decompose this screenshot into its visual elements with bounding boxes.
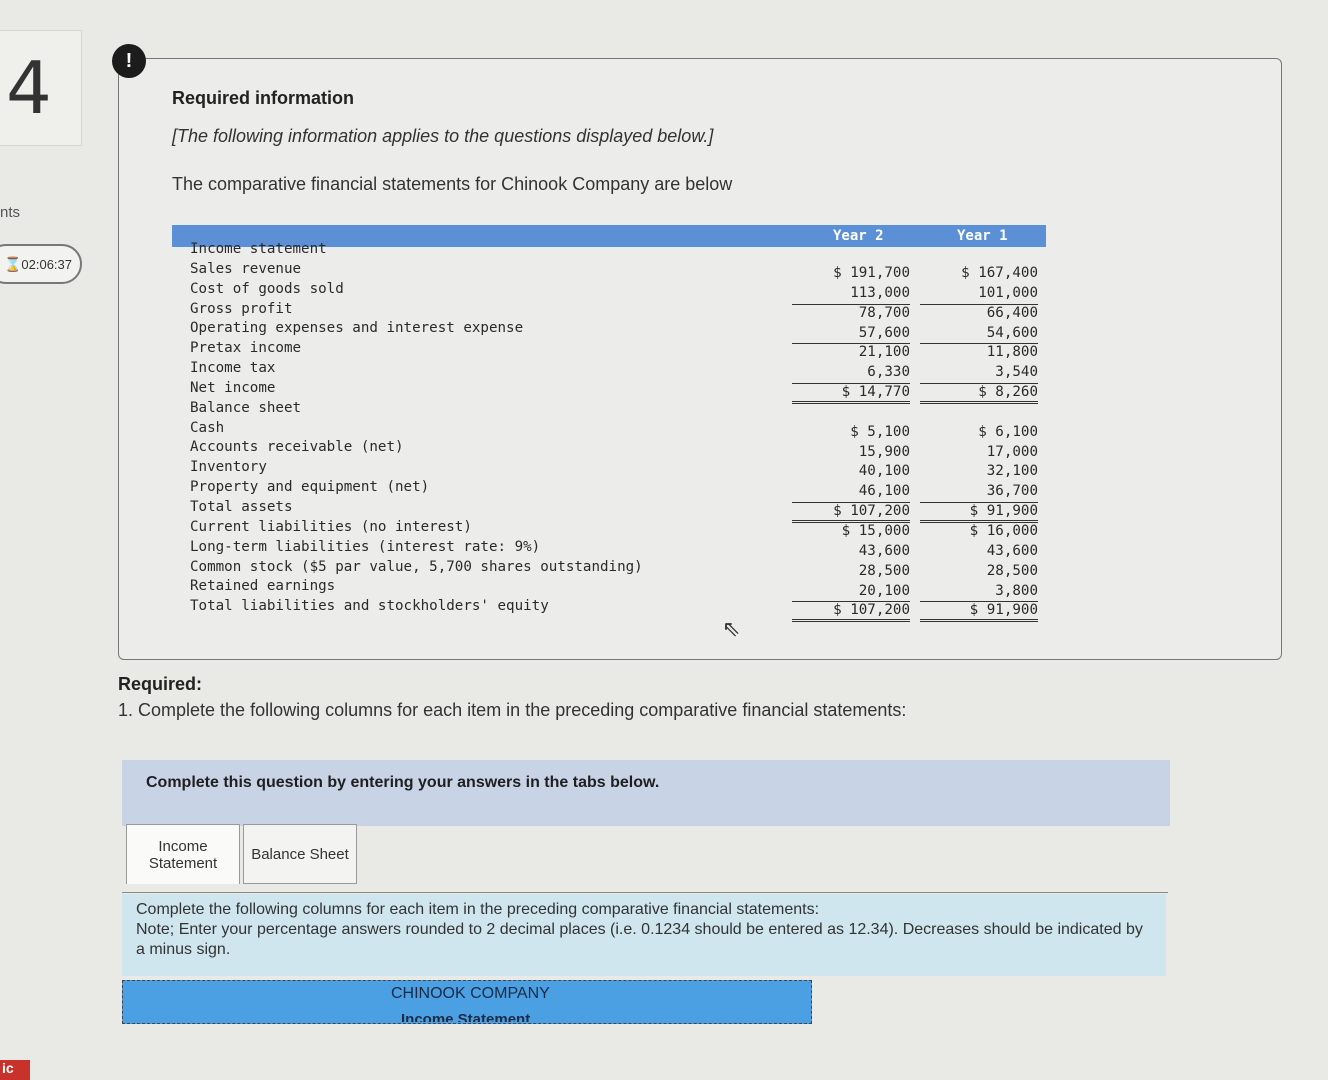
value-cell: $ 191,700 xyxy=(833,265,910,281)
tab-balance-sheet[interactable]: Balance Sheet xyxy=(243,824,357,884)
value-cell: $ 6,100 xyxy=(978,423,1038,440)
value-cell: 36,700 xyxy=(920,483,1038,504)
value-cell: $ 16,000 xyxy=(969,522,1038,539)
value-cell: 32,100 xyxy=(986,463,1038,480)
value-cell: 6,330 xyxy=(792,364,910,385)
points-label: nts xyxy=(0,204,21,221)
tab-divider xyxy=(122,892,1168,893)
row-label: Current liabilities (no interest) xyxy=(190,518,472,535)
note-line-1: Complete the following columns for each … xyxy=(136,901,820,918)
row-label: Retained earnings xyxy=(190,578,336,595)
value-cell: 57,600 xyxy=(792,325,910,345)
value-cell: 101,000 xyxy=(920,285,1038,305)
value-cell: $ 167,400 xyxy=(961,265,1038,281)
tab-income-line1: Income xyxy=(158,837,208,855)
info-note: [The following information applies to th… xyxy=(172,126,714,146)
row-label: Total liabilities and stockholders' equi… xyxy=(190,598,549,615)
value-cell: 113,000 xyxy=(792,285,910,305)
row-label: Income statement xyxy=(190,241,327,257)
year2-values: $ 191,700 113,000 78,700 57,600 21,100 6… xyxy=(792,265,910,623)
alert-icon: ! xyxy=(112,44,146,78)
value-cell: 78,700 xyxy=(858,304,910,321)
value-cell: 17,000 xyxy=(986,443,1038,460)
row-label: Cost of goods sold xyxy=(190,280,344,297)
value-cell: 20,100 xyxy=(792,583,910,603)
value-cell: 54,600 xyxy=(920,325,1038,345)
value-cell: 11,800 xyxy=(986,344,1038,361)
row-label: Income tax xyxy=(190,360,276,377)
value-cell: $ 91,900 xyxy=(920,503,1038,523)
tab-income-line2: Statement xyxy=(148,854,218,872)
row-label: Net income xyxy=(190,379,276,396)
value-cell: 21,100 xyxy=(858,344,910,361)
note-box: Complete the following columns for each … xyxy=(122,894,1166,976)
tab-income-statement[interactable]: Income Statement xyxy=(126,824,240,884)
value-cell: $ 107,200 xyxy=(792,602,910,623)
bottom-badge: ic xyxy=(0,1060,30,1080)
row-label: Operating expenses and interest expense xyxy=(190,320,524,337)
value-cell: $ 8,260 xyxy=(920,384,1038,404)
row-label: Sales revenue xyxy=(190,260,302,277)
value-cell: 66,400 xyxy=(986,304,1038,321)
required-label: Required: xyxy=(118,674,203,694)
value-cell: 28,500 xyxy=(986,562,1038,579)
question-number[interactable]: 4 xyxy=(0,30,82,146)
value-cell: 3,800 xyxy=(920,583,1038,603)
note-line-2: Note; Enter your percentage answers roun… xyxy=(136,921,1143,958)
row-label: Cash xyxy=(190,419,225,436)
timer-value: 02:06:37 xyxy=(21,256,72,272)
row-label: Pretax income xyxy=(190,340,302,357)
value-cell: 46,100 xyxy=(792,483,910,504)
col-header-year2: Year 2 xyxy=(833,228,884,244)
value-cell: 40,100 xyxy=(858,463,910,480)
value-cell xyxy=(920,404,1038,424)
value-cell: $ 91,900 xyxy=(920,602,1038,623)
row-label: Inventory xyxy=(190,459,267,476)
info-intro: The comparative financial statements for… xyxy=(172,174,733,194)
value-cell: $ 15,000 xyxy=(841,522,910,539)
row-label: Balance sheet xyxy=(190,399,302,416)
hourglass-icon: ⌛ xyxy=(4,255,22,272)
row-label: Total assets xyxy=(190,498,293,515)
col-header-year1: Year 1 xyxy=(957,228,1008,244)
value-cell: $ 107,200 xyxy=(792,503,910,523)
value-cell: $ 14,770 xyxy=(792,384,910,404)
value-cell: 43,600 xyxy=(986,542,1038,559)
row-label: Property and equipment (net) xyxy=(190,479,430,496)
value-cell: 28,500 xyxy=(858,562,910,579)
value-cell: $ 5,100 xyxy=(850,423,910,440)
timer: ⌛ 02:06:37 xyxy=(0,244,82,284)
company-name: CHINOOK COMPANY xyxy=(391,985,550,1002)
value-cell: 15,900 xyxy=(858,443,910,460)
value-cell: 43,600 xyxy=(858,542,910,559)
instruction-band: Complete this question by entering your … xyxy=(122,760,1170,826)
mouse-cursor-icon: ⇖ xyxy=(722,616,741,641)
row-label: Accounts receivable (net) xyxy=(190,439,404,456)
financial-row-labels: Income statement Sales revenue Cost of g… xyxy=(190,241,643,618)
required-item-1: 1. Complete the following columns for ea… xyxy=(118,700,907,720)
statement-name: Income Statement xyxy=(401,1011,531,1022)
value-cell: 3,540 xyxy=(920,364,1038,385)
info-title: Required information xyxy=(172,88,355,108)
row-label: Common stock ($5 par value, 5,700 shares… xyxy=(190,558,643,575)
tab-balance-label: Balance Sheet xyxy=(251,845,349,863)
row-label: Long-term liabilities (interest rate: 9%… xyxy=(190,538,541,555)
row-label: Gross profit xyxy=(190,300,293,317)
company-header: CHINOOK COMPANY Income Statement xyxy=(122,980,812,1024)
value-cell xyxy=(792,404,910,424)
year1-values: $ 167,400 101,000 66,400 54,600 11,800 3… xyxy=(920,265,1038,623)
